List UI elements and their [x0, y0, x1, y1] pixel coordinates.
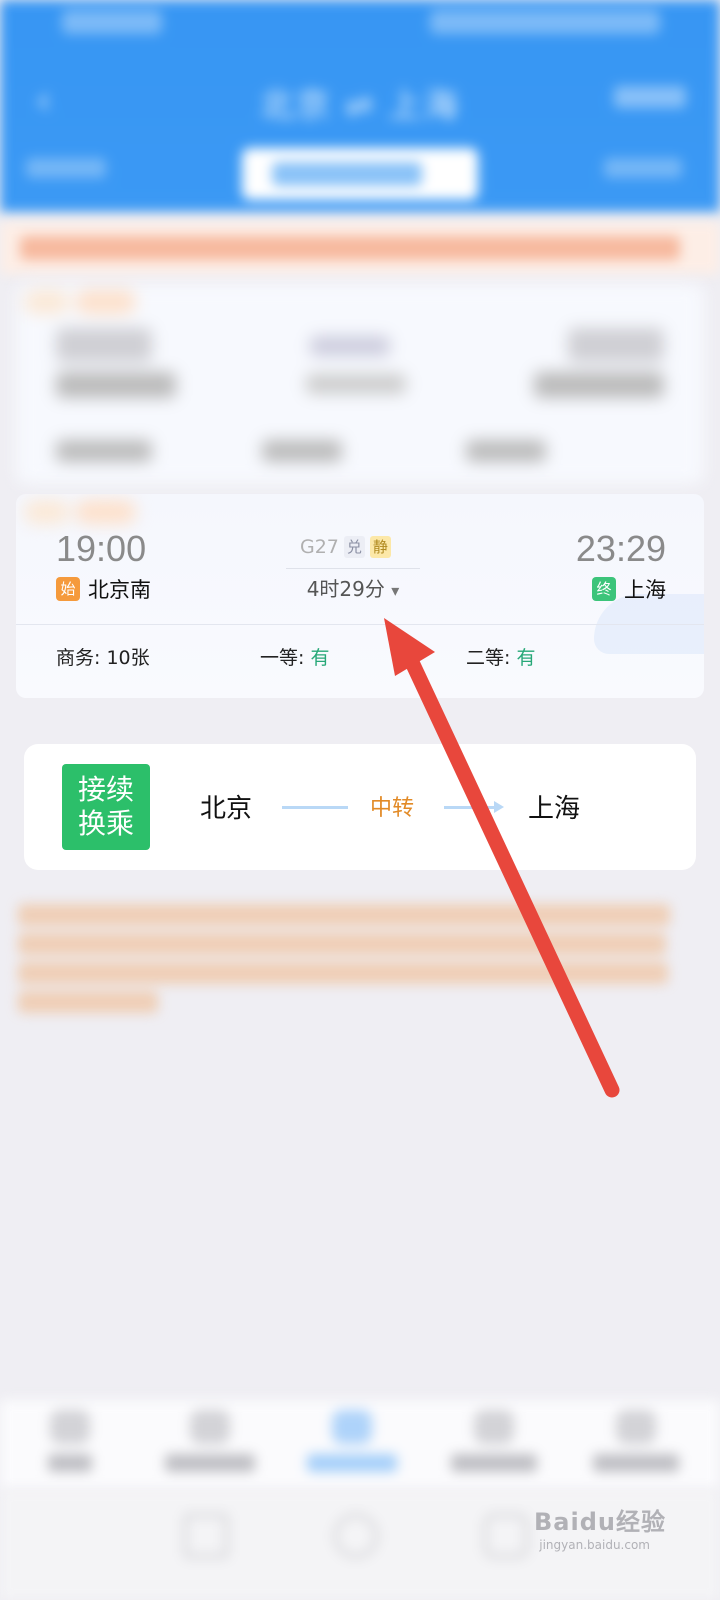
arrive-station-name: 上海	[624, 578, 666, 602]
train-number[interactable]: G27 兑 静	[300, 536, 391, 558]
train-tags	[24, 500, 142, 524]
seat-second-label: 二等:	[466, 647, 517, 669]
arrive-station: 终 上海	[592, 574, 666, 604]
seat-second-value: 有	[516, 647, 536, 669]
home-nav-icon[interactable]	[334, 1514, 378, 1558]
status-bar	[0, 0, 720, 50]
status-left	[62, 10, 162, 34]
seat-business: 商务: 10张	[56, 643, 150, 670]
route-title: 北京 ⇌ 上海	[259, 86, 461, 126]
watermark-logo: Baidu经验	[534, 1508, 666, 1536]
date-selector[interactable]	[242, 148, 478, 200]
next-day-button[interactable]	[604, 158, 682, 178]
exchange-tag: 兑	[343, 536, 365, 558]
duration-toggle[interactable]: 4时29分 ▾	[286, 568, 420, 602]
watermark-url: jingyan.baidu.com	[539, 1538, 650, 1552]
tab-4[interactable]	[434, 1410, 554, 1472]
transfer-icon-line2: 换乘	[77, 807, 134, 840]
seat-second-class: 二等: 有	[466, 643, 535, 670]
nav-bar: ‹ 北京 ⇌ 上海	[0, 60, 720, 130]
quiet-carriage-tag: 静	[369, 536, 391, 558]
duration-text: 4时29分	[306, 577, 385, 601]
header-bar: ‹ 北京 ⇌ 上海	[0, 0, 720, 212]
route-arrow-icon	[494, 801, 504, 813]
status-right	[430, 10, 660, 34]
seat-first-label: 一等:	[260, 647, 311, 669]
start-badge: 始	[56, 577, 80, 601]
bottom-tab-bar	[0, 1400, 720, 1490]
nav-right-action[interactable]	[614, 86, 686, 108]
annotation-arrow-shaft	[402, 650, 620, 1098]
transfer-to: 上海	[528, 794, 581, 824]
card-divider	[16, 624, 704, 625]
depart-station: 始 北京南	[56, 574, 151, 604]
info-paragraph	[18, 904, 678, 1020]
notice-banner[interactable]	[0, 222, 720, 274]
arrive-time: 23:29	[575, 528, 666, 569]
end-badge: 终	[592, 577, 616, 601]
back-nav-icon[interactable]	[184, 1514, 228, 1558]
date-filter-row	[0, 140, 720, 200]
seat-business-label: 商务:	[56, 647, 107, 669]
seat-business-value: 10张	[106, 647, 150, 669]
transfer-icon: 接续 换乘	[62, 764, 150, 850]
depart-time: 19:00	[56, 528, 147, 569]
tab-2[interactable]	[150, 1410, 270, 1472]
train-number-label: G27	[300, 536, 339, 558]
transfer-from: 北京	[200, 794, 253, 824]
prev-day-button[interactable]	[26, 158, 106, 178]
chevron-down-icon: ▾	[391, 581, 400, 600]
tab-5[interactable]	[576, 1410, 696, 1472]
tab-home[interactable]	[10, 1410, 130, 1472]
train-card-g27[interactable]: 19:00 始 北京南 G27 兑 静 4时29分 ▾ 23:29 终 上海 商…	[16, 494, 704, 698]
seat-first-class: 一等: 有	[260, 643, 329, 670]
transfer-via: 中转	[370, 796, 415, 821]
depart-station-name: 北京南	[88, 578, 151, 602]
tab-3-active[interactable]	[292, 1410, 412, 1472]
seat-first-value: 有	[310, 647, 330, 669]
route-line-left	[282, 806, 348, 809]
route-line-right	[444, 806, 500, 809]
train-card-1[interactable]	[16, 284, 704, 484]
transfer-icon-line1: 接续	[77, 773, 134, 806]
transfer-card[interactable]: 接续 换乘 北京 中转 上海	[24, 744, 696, 870]
recents-nav-icon[interactable]	[484, 1514, 528, 1558]
